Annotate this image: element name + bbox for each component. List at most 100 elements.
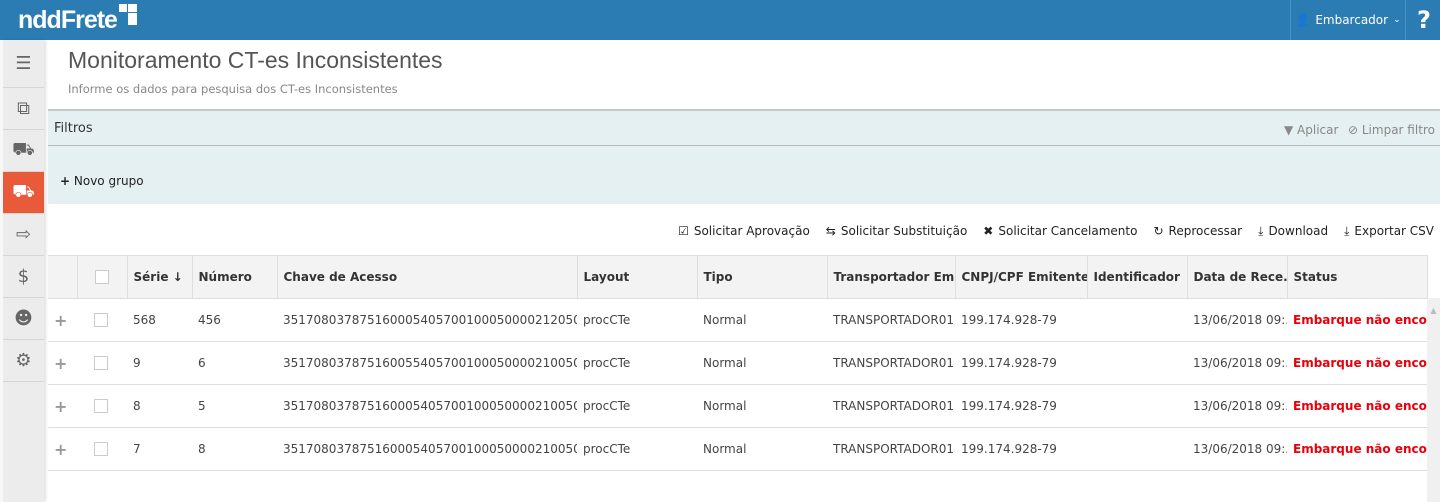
table-row[interactable]: +9 6 3517080378751600554057001000500002100… bbox=[48, 341, 1427, 385]
row-checkbox[interactable] bbox=[94, 313, 108, 328]
download-button[interactable]: ⤓ Download bbox=[1258, 224, 1328, 239]
table-cell bbox=[1087, 427, 1187, 471]
table-cell: 13/06/2018 09:... bbox=[1187, 384, 1287, 428]
truck-document-icon[interactable]: ⛟ bbox=[3, 172, 44, 214]
table-cell: 8 bbox=[192, 427, 277, 471]
checkbox-cell bbox=[77, 427, 127, 471]
settings-icon[interactable]: ⚙ bbox=[3, 340, 44, 382]
menu-icon[interactable]: ☰ bbox=[3, 40, 44, 88]
column-header[interactable]: CNPJ/CPF Emitente bbox=[955, 255, 1088, 299]
column-header[interactable]: Status bbox=[1287, 255, 1428, 299]
logo[interactable]: nddFrete bbox=[18, 6, 118, 35]
table-cell: procCTe bbox=[577, 384, 697, 428]
checkbox-cell bbox=[77, 298, 127, 342]
refresh-icon: ↻ bbox=[1153, 224, 1164, 238]
export-csv-button[interactable]: ⤓ Exportar CSV bbox=[1344, 224, 1434, 239]
sidebar: ☰ ⧉ ⛟ ⛟ ⇨ $ ☻ ⚙ bbox=[0, 40, 44, 502]
help-button[interactable]: ? bbox=[1408, 0, 1440, 40]
table-cell: 6 bbox=[192, 341, 277, 385]
toolbar: ☑ Solicitar Aprovação ⇆ Solicitar Substitu… bbox=[678, 224, 1434, 239]
user-name: Embarcador bbox=[1315, 13, 1389, 27]
top-bar: nddFrete 👤 Embarcador ⌄ ? bbox=[0, 0, 1440, 40]
apply-label: Aplicar bbox=[1297, 123, 1339, 137]
logo-square bbox=[128, 13, 137, 25]
filters-label: Filtros bbox=[54, 120, 93, 136]
truck-icon[interactable]: ⛟ bbox=[3, 130, 44, 172]
column-header[interactable]: Layout bbox=[577, 255, 698, 299]
table-row[interactable]: +568 456 351708037875160005405700100050000… bbox=[48, 298, 1427, 342]
column-header[interactable]: Série ↓ bbox=[127, 255, 193, 299]
column-header[interactable]: Transportador Emi... bbox=[827, 255, 956, 299]
user-menu[interactable]: 👤 Embarcador ⌄ bbox=[1290, 0, 1406, 40]
column-header[interactable]: Identificador bbox=[1087, 255, 1188, 299]
export-icon[interactable]: ⇨ bbox=[3, 214, 44, 256]
table-cell: Normal bbox=[697, 341, 827, 385]
table-cell: TRANSPORTADOR01 bbox=[827, 341, 955, 385]
table-cell: 3517080378751600054057001000500002100500… bbox=[277, 427, 577, 471]
table-cell: 13/06/2018 09:... bbox=[1187, 298, 1287, 342]
chevron-down-icon: ⌄ bbox=[1393, 15, 1401, 25]
table-cell: 5 bbox=[192, 384, 277, 428]
export-label: Exportar CSV bbox=[1354, 224, 1434, 238]
column-header[interactable]: Data de Rece... bbox=[1187, 255, 1288, 299]
scrollbar[interactable]: ▲ bbox=[1427, 298, 1440, 502]
plus-icon[interactable]: + bbox=[54, 397, 67, 416]
reprocess-label: Reprocessar bbox=[1168, 224, 1243, 238]
expand-cell: + bbox=[48, 341, 77, 385]
clear-filter-button[interactable]: ⊘ Limpar filtro bbox=[1348, 123, 1435, 137]
row-checkbox[interactable] bbox=[94, 356, 108, 371]
reprocess-button[interactable]: ↻ Reprocessar bbox=[1153, 224, 1242, 239]
ban-icon: ⊘ bbox=[1348, 123, 1362, 137]
new-group-label: Novo grupo bbox=[73, 174, 144, 188]
table-cell: 199.174.928-79 bbox=[955, 384, 1087, 428]
expand-cell: + bbox=[48, 384, 77, 428]
column-header[interactable]: Número bbox=[192, 255, 278, 299]
approve-label: Solicitar Aprovação bbox=[693, 224, 810, 238]
table-row[interactable]: +7 8 3517080378751600054057001000500002100… bbox=[48, 427, 1427, 471]
table-row[interactable]: +8 5 3517080378751600054057001000500002100… bbox=[48, 384, 1427, 428]
row-checkbox[interactable] bbox=[94, 442, 108, 457]
expand-cell: + bbox=[48, 298, 77, 342]
table-cell: 8 bbox=[127, 384, 192, 428]
apply-button[interactable]: ▼ Aplicar bbox=[1284, 123, 1338, 137]
table-cell: 199.174.928-79 bbox=[955, 427, 1087, 471]
status-cell: Embarque não encontra bbox=[1287, 384, 1427, 428]
plus-icon[interactable]: + bbox=[54, 354, 67, 373]
status-cell: Embarque não encontra bbox=[1287, 298, 1427, 342]
expand-header bbox=[48, 255, 78, 299]
table-cell: TRANSPORTADOR01 bbox=[827, 427, 955, 471]
status-cell: Embarque não encontra bbox=[1287, 341, 1427, 385]
scroll-up-icon[interactable]: ▲ bbox=[1427, 306, 1440, 315]
table-cell: procCTe bbox=[577, 427, 697, 471]
table-cell: 3517080378751600554057001000500002100500… bbox=[277, 341, 577, 385]
check-square-icon: ☑ bbox=[678, 224, 689, 238]
new-group-button[interactable]: + Novo grupo bbox=[60, 174, 144, 188]
cancel-label: Solicitar Cancelamento bbox=[998, 224, 1138, 238]
logo-square bbox=[119, 4, 127, 12]
table-cell: 3517080378751600054057001000500002120500… bbox=[277, 298, 577, 342]
table-cell: Normal bbox=[697, 427, 827, 471]
expand-cell: + bbox=[48, 427, 77, 471]
logo-square bbox=[128, 4, 137, 12]
column-header[interactable]: Chave de Acesso bbox=[277, 255, 578, 299]
plus-icon[interactable]: + bbox=[54, 311, 67, 330]
table-cell: 13/06/2018 09:... bbox=[1187, 341, 1287, 385]
payment-icon[interactable]: $ bbox=[3, 256, 44, 298]
table-cell: 9 bbox=[127, 341, 192, 385]
cancel-button[interactable]: ✖ Solicitar Cancelamento bbox=[983, 224, 1137, 239]
column-header[interactable]: Tipo bbox=[697, 255, 828, 299]
table-cell: 199.174.928-79 bbox=[955, 341, 1087, 385]
substitute-button[interactable]: ⇆ Solicitar Substituição bbox=[826, 224, 968, 239]
page-title: Monitoramento CT-es Inconsistentes bbox=[68, 47, 443, 73]
documents-icon[interactable]: ⧉ bbox=[3, 88, 44, 130]
download-icon: ⤓ bbox=[1258, 224, 1264, 238]
table-cell: TRANSPORTADOR01 bbox=[827, 298, 955, 342]
users-icon[interactable]: ☻ bbox=[3, 298, 44, 340]
row-checkbox[interactable] bbox=[94, 399, 108, 414]
clear-label: Limpar filtro bbox=[1361, 123, 1435, 137]
approve-button[interactable]: ☑ Solicitar Aprovação bbox=[678, 224, 810, 239]
select-all-checkbox[interactable] bbox=[94, 270, 109, 285]
table-cell: 199.174.928-79 bbox=[955, 298, 1087, 342]
substitute-label: Solicitar Substituição bbox=[840, 224, 968, 238]
plus-icon[interactable]: + bbox=[54, 440, 67, 459]
